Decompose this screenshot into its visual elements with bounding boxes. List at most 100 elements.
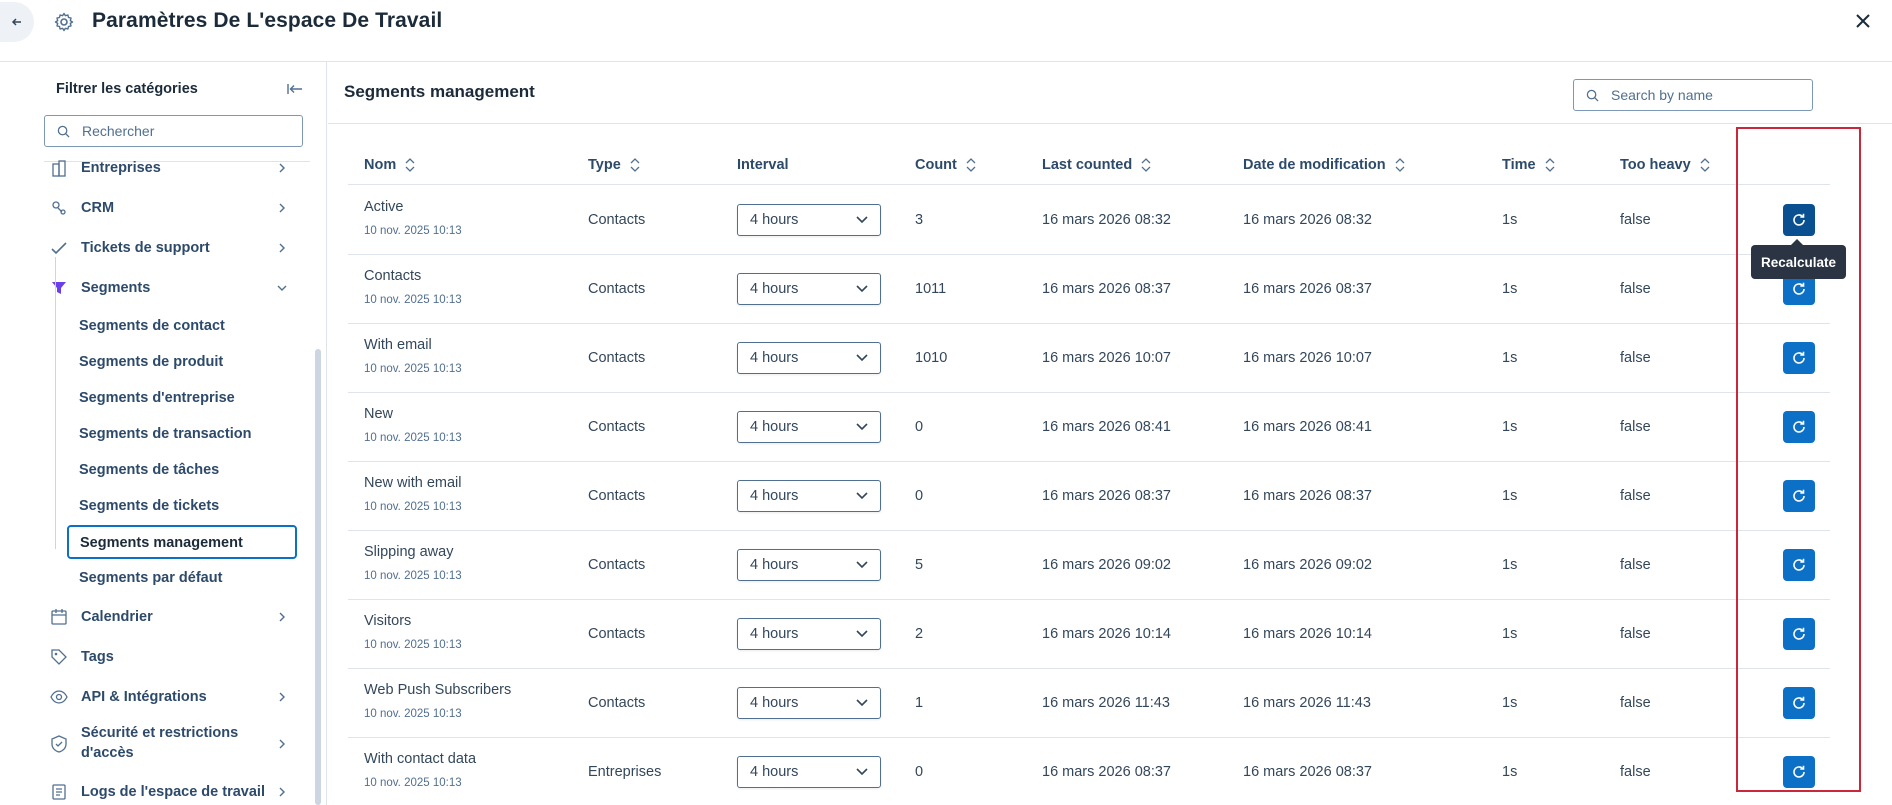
collapse-sidebar-icon[interactable]: [286, 80, 304, 98]
interval-value: 4 hours: [750, 281, 799, 297]
table-row: New with email 10 nov. 2025 10:13 Contacts…: [348, 462, 1830, 531]
segment-type: Contacts: [588, 281, 646, 297]
sort-icon: [966, 158, 976, 172]
segment-type: Contacts: [588, 557, 646, 573]
ticket-check-icon: [51, 242, 67, 255]
sidebar-subitem-produit[interactable]: Segments de produit: [79, 351, 223, 373]
column-header-too-heavy[interactable]: Too heavy: [1620, 157, 1711, 173]
interval-select[interactable]: 4 hours: [737, 756, 881, 788]
refresh-icon: [1793, 351, 1805, 364]
modified-date: 16 mars 2026 08:37: [1243, 281, 1372, 297]
interval-select[interactable]: 4 hours: [737, 411, 881, 443]
recalculate-button[interactable]: [1783, 618, 1815, 650]
category-search[interactable]: [44, 115, 303, 147]
table-row: Visitors 10 nov. 2025 10:13 Contacts 4 hour…: [348, 600, 1830, 669]
close-icon[interactable]: [1852, 10, 1874, 32]
back-button[interactable]: [0, 2, 34, 42]
sort-icon: [1700, 158, 1710, 172]
column-header-time[interactable]: Time: [1502, 157, 1556, 173]
segment-name[interactable]: With contact data: [364, 751, 476, 767]
recalculate-button[interactable]: [1783, 204, 1815, 236]
page-title: Paramètres De L'espace De Travail: [92, 9, 443, 32]
segment-search-input[interactable]: [1611, 87, 1801, 103]
sort-icon: [1395, 158, 1405, 172]
too-heavy-value: false: [1620, 212, 1651, 228]
log-icon: [52, 784, 66, 800]
count-time: 1s: [1502, 626, 1518, 642]
column-header-last-counted[interactable]: Last counted: [1042, 157, 1152, 173]
sidebar-scrollbar[interactable]: [315, 349, 321, 805]
segment-name[interactable]: Visitors: [364, 613, 411, 629]
segment-name[interactable]: Slipping away: [364, 544, 453, 560]
sidebar-item-securite[interactable]: Sécurité et restrictions d'accès: [50, 723, 290, 765]
segment-name[interactable]: Web Push Subscribers: [364, 682, 511, 698]
column-header-nom[interactable]: Nom: [364, 157, 416, 173]
modified-date: 16 mars 2026 08:32: [1243, 212, 1372, 228]
segment-name[interactable]: With email: [364, 337, 432, 353]
recalculate-button[interactable]: [1783, 687, 1815, 719]
sidebar-item-crm[interactable]: CRM: [50, 194, 290, 222]
table-row: New 10 nov. 2025 10:13 Contacts 4 hours 0 16 …: [348, 393, 1830, 462]
segment-created-date: 10 nov. 2025 10:13: [364, 570, 462, 582]
column-header-modified[interactable]: Date de modification: [1243, 157, 1406, 173]
chevron-right-icon: [279, 203, 285, 213]
submenu-line: [55, 257, 56, 549]
recalculate-button[interactable]: [1783, 411, 1815, 443]
last-counted: 16 mars 2026 10:07: [1042, 350, 1171, 366]
column-header-type[interactable]: Type: [588, 157, 641, 173]
segment-name[interactable]: New: [364, 406, 393, 422]
refresh-icon: [1793, 765, 1805, 778]
interval-select[interactable]: 4 hours: [737, 549, 881, 581]
sidebar-item-entreprises[interactable]: Entreprises: [50, 154, 290, 182]
too-heavy-value: false: [1620, 281, 1651, 297]
sidebar-subitem-defaut[interactable]: Segments par défaut: [79, 567, 222, 589]
segment-created-date: 10 nov. 2025 10:13: [364, 432, 462, 444]
last-counted: 16 mars 2026 08:37: [1042, 488, 1171, 504]
interval-select[interactable]: 4 hours: [737, 273, 881, 305]
sidebar-item-tickets[interactable]: Tickets de support: [50, 234, 290, 262]
segment-created-date: 10 nov. 2025 10:13: [364, 639, 462, 651]
recalculate-button[interactable]: [1783, 756, 1815, 788]
interval-select[interactable]: 4 hours: [737, 204, 881, 236]
sidebar-item-label: Tags: [81, 649, 114, 665]
modified-date: 16 mars 2026 09:02: [1243, 557, 1372, 573]
segment-count: 2: [915, 626, 924, 642]
interval-select[interactable]: 4 hours: [737, 342, 881, 374]
interval-value: 4 hours: [750, 557, 799, 573]
too-heavy-value: false: [1620, 419, 1651, 435]
too-heavy-value: false: [1620, 488, 1651, 504]
modified-date: 16 mars 2026 11:43: [1243, 695, 1371, 711]
sidebar-subitem-transaction[interactable]: Segments de transaction: [79, 423, 251, 445]
refresh-icon: [1793, 558, 1805, 571]
count-time: 1s: [1502, 419, 1518, 435]
sidebar-item-tags[interactable]: Tags: [50, 643, 290, 671]
last-counted: 16 mars 2026 08:32: [1042, 212, 1171, 228]
sidebar-subitem-management[interactable]: Segments management: [67, 525, 297, 559]
sidebar-subitem-tickets[interactable]: Segments de tickets: [79, 495, 219, 517]
sidebar-item-segments[interactable]: Segments: [50, 274, 290, 302]
sidebar-item-api[interactable]: API & Intégrations: [50, 683, 290, 711]
count-time: 1s: [1502, 764, 1518, 780]
last-counted: 16 mars 2026 08:37: [1042, 764, 1171, 780]
segment-name[interactable]: Active: [364, 199, 404, 215]
recalculate-button[interactable]: [1783, 342, 1815, 374]
column-header-count[interactable]: Count: [915, 157, 977, 173]
sidebar-subitem-taches[interactable]: Segments de tâches: [79, 459, 219, 481]
interval-select[interactable]: 4 hours: [737, 687, 881, 719]
category-search-input[interactable]: [82, 123, 282, 139]
sidebar-item-calendrier[interactable]: Calendrier: [50, 603, 290, 631]
segment-name[interactable]: Contacts: [364, 268, 421, 284]
recalculate-button[interactable]: [1783, 549, 1815, 581]
sidebar-subitem-entreprise[interactable]: Segments d'entreprise: [79, 387, 235, 409]
segment-name[interactable]: New with email: [364, 475, 462, 491]
interval-select[interactable]: 4 hours: [737, 480, 881, 512]
chevron-down-icon: [856, 561, 868, 569]
interval-value: 4 hours: [750, 764, 799, 780]
sidebar-subitem-contact[interactable]: Segments de contact: [79, 315, 225, 337]
chevron-down-icon: [856, 216, 868, 224]
segment-search[interactable]: [1573, 79, 1813, 111]
interval-select[interactable]: 4 hours: [737, 618, 881, 650]
chevron-down-icon: [856, 699, 868, 707]
sidebar-item-logs[interactable]: Logs de l'espace de travail: [50, 778, 290, 805]
recalculate-button[interactable]: [1783, 480, 1815, 512]
